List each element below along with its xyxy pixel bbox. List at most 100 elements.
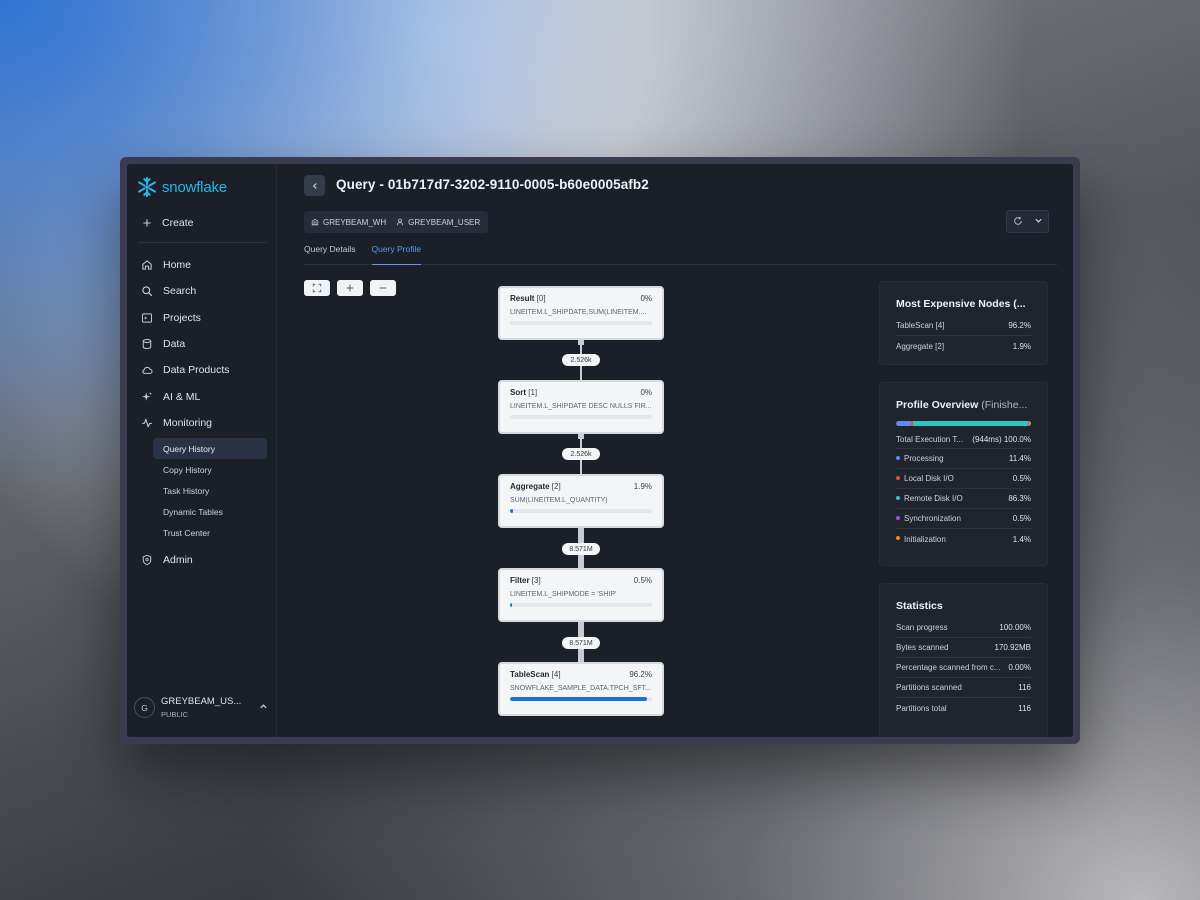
node-cost-bar bbox=[510, 603, 652, 607]
row-value: 170.92MB bbox=[994, 643, 1031, 652]
overview-row: Synchronization 0.5% bbox=[896, 509, 1031, 529]
sidebar-divider bbox=[138, 242, 267, 243]
statistics-row: Bytes scanned 170.92MB bbox=[896, 638, 1031, 658]
node-index: [1] bbox=[528, 388, 538, 397]
user-chip[interactable]: GREYBEAM_USER bbox=[396, 218, 480, 227]
sidebar-item-label: Admin bbox=[163, 554, 193, 567]
user-menu[interactable]: G GREYBEAM_US... PUBLIC bbox=[134, 696, 268, 719]
most-expensive-nodes-panel: Most Expensive Nodes (... TableScan [4] 9… bbox=[879, 281, 1048, 365]
activity-icon bbox=[142, 418, 152, 428]
overview-row: Remote Disk I/O 86.3% bbox=[896, 489, 1031, 509]
zoom-in-button[interactable] bbox=[337, 280, 363, 296]
sidebar-item-ai-ml[interactable]: AI & ML bbox=[136, 383, 267, 409]
cloud-icon bbox=[142, 367, 153, 375]
snowflake-logo[interactable]: snowflake bbox=[136, 174, 267, 200]
sidebar-subitem-dynamic-tables[interactable]: Dynamic Tables bbox=[153, 501, 267, 522]
edge-row-count: 8.571M bbox=[562, 543, 600, 555]
app-window-frame: snowflake + Create Home Search Projects … bbox=[120, 157, 1080, 744]
row-label: Aggregate [2] bbox=[896, 341, 945, 351]
row-value: 116 bbox=[1018, 683, 1031, 692]
warehouse-chip[interactable]: GREYBEAM_WH bbox=[311, 218, 386, 227]
sidebar-item-data[interactable]: Data bbox=[136, 331, 267, 357]
panel-title: Most Expensive Nodes (... bbox=[896, 298, 1026, 310]
avatar: G bbox=[134, 697, 155, 718]
create-button[interactable]: + Create bbox=[136, 212, 267, 234]
row-value: 86.3% bbox=[1008, 494, 1031, 503]
tab-query-details[interactable]: Query Details bbox=[304, 244, 356, 265]
row-label: Processing bbox=[904, 454, 944, 463]
sidebar-item-monitoring[interactable]: Monitoring bbox=[136, 410, 267, 436]
legend-dot bbox=[896, 495, 900, 500]
create-label: Create bbox=[162, 217, 194, 229]
row-value: 0.5% bbox=[1012, 514, 1031, 523]
chevron-left-icon bbox=[312, 182, 317, 189]
row-value: 11.4% bbox=[1008, 454, 1031, 463]
sidebar-item-admin[interactable]: Admin bbox=[136, 547, 267, 573]
sidebar: snowflake + Create Home Search Projects … bbox=[127, 164, 277, 737]
sidebar-subitem-copy-history[interactable]: Copy History bbox=[153, 459, 267, 480]
sidebar-item-data-products[interactable]: Data Products bbox=[136, 357, 267, 383]
overview-row: Initialization 1.4% bbox=[896, 529, 1031, 549]
sidebar-item-label: AI & ML bbox=[163, 390, 201, 403]
operator-node[interactable]: Sort [1] 0% LINEITEM.L_SHIPDATE DESC NUL… bbox=[498, 380, 664, 434]
statistics-row: Scan progress 100.00% bbox=[896, 618, 1031, 638]
node-percent: 1.9% bbox=[633, 482, 652, 491]
expand-icon bbox=[312, 283, 322, 293]
node-cost-bar bbox=[510, 415, 652, 419]
zoom-out-button[interactable] bbox=[370, 280, 396, 296]
row-value: 1.9% bbox=[1012, 341, 1031, 351]
back-button[interactable] bbox=[304, 175, 325, 196]
profile-overview-panel: Profile Overview (Finishe... Total Execu… bbox=[879, 382, 1048, 566]
snowflake-logo-icon bbox=[138, 176, 156, 198]
user-icon bbox=[396, 218, 404, 226]
node-cost-fill bbox=[510, 603, 513, 607]
tab-query-profile[interactable]: Query Profile bbox=[371, 244, 422, 265]
node-name: Filter bbox=[510, 576, 530, 585]
query-context-chips: GREYBEAM_WH GREYBEAM_USER bbox=[304, 211, 489, 233]
row-label: Partitions total bbox=[896, 703, 947, 713]
execution-bar-segment bbox=[1029, 421, 1031, 426]
chevron-up-icon bbox=[259, 702, 268, 713]
node-percent: 0% bbox=[640, 294, 652, 303]
sidebar-item-projects[interactable]: Projects bbox=[136, 305, 267, 331]
sparkle-icon bbox=[142, 391, 152, 401]
edge-row-count: 8.571M bbox=[562, 637, 600, 649]
expensive-node-row[interactable]: TableScan [4] 96.2% bbox=[896, 316, 1031, 336]
node-name: Aggregate bbox=[510, 482, 550, 491]
panel-title-text: Profile Overview bbox=[896, 399, 979, 411]
sidebar-item-home[interactable]: Home bbox=[136, 252, 267, 278]
expensive-node-row[interactable]: Aggregate [2] 1.9% bbox=[896, 336, 1031, 356]
sidebar-item-label: Data Products bbox=[163, 364, 230, 377]
sidebar-item-label: Search bbox=[163, 285, 197, 298]
statistics-panel: Statistics Scan progress 100.00% Bytes sc… bbox=[879, 583, 1048, 737]
tab-bar: Query Details Query Profile bbox=[304, 244, 1057, 265]
row-value: 100.00% bbox=[999, 623, 1031, 632]
sidebar-subitem-query-history[interactable]: Query History bbox=[153, 438, 267, 460]
node-name: TableScan bbox=[510, 670, 550, 679]
operator-node[interactable]: Aggregate [2] 1.9% SUM(LINEITEM.L_QUANTI… bbox=[498, 474, 664, 528]
row-label: Percentage scanned from c... bbox=[896, 663, 1001, 672]
node-cost-bar bbox=[510, 697, 652, 701]
legend-dot bbox=[896, 475, 900, 480]
sidebar-subitem-task-history[interactable]: Task History bbox=[153, 480, 267, 501]
execution-bar-segment bbox=[896, 421, 912, 426]
row-value: (944ms) 100.0% bbox=[972, 435, 1031, 444]
sidebar-subitem-trust-center[interactable]: Trust Center bbox=[153, 522, 267, 543]
row-label: Remote Disk I/O bbox=[904, 494, 963, 503]
row-label: Synchronization bbox=[904, 514, 961, 523]
operator-node[interactable]: Result [0] 0% LINEITEM.L_SHIPDATE,SUM(LI… bbox=[498, 286, 664, 340]
node-index: [0] bbox=[536, 294, 546, 303]
sidebar-item-label: Projects bbox=[163, 311, 201, 324]
warehouse-icon bbox=[311, 218, 319, 226]
refresh-icon[interactable] bbox=[1013, 216, 1023, 228]
fit-to-screen-button[interactable] bbox=[304, 280, 330, 296]
operator-node[interactable]: TableScan [4] 96.2% SNOWFLAKE_SAMPLE_DAT… bbox=[498, 662, 664, 716]
sidebar-item-search[interactable]: Search bbox=[136, 278, 267, 304]
graph-controls bbox=[304, 280, 396, 296]
execution-time-bar bbox=[896, 421, 1031, 426]
node-detail: LINEITEM.L_SHIPDATE,SUM(LINEITEM.... bbox=[510, 309, 647, 316]
operator-node[interactable]: Filter [3] 0.5% LINEITEM.L_SHIPMODE = 'S… bbox=[498, 568, 664, 622]
node-cost-bar bbox=[510, 321, 652, 325]
chevron-down-icon[interactable] bbox=[1034, 216, 1043, 227]
edge-row-count: 2.526k bbox=[562, 354, 600, 366]
